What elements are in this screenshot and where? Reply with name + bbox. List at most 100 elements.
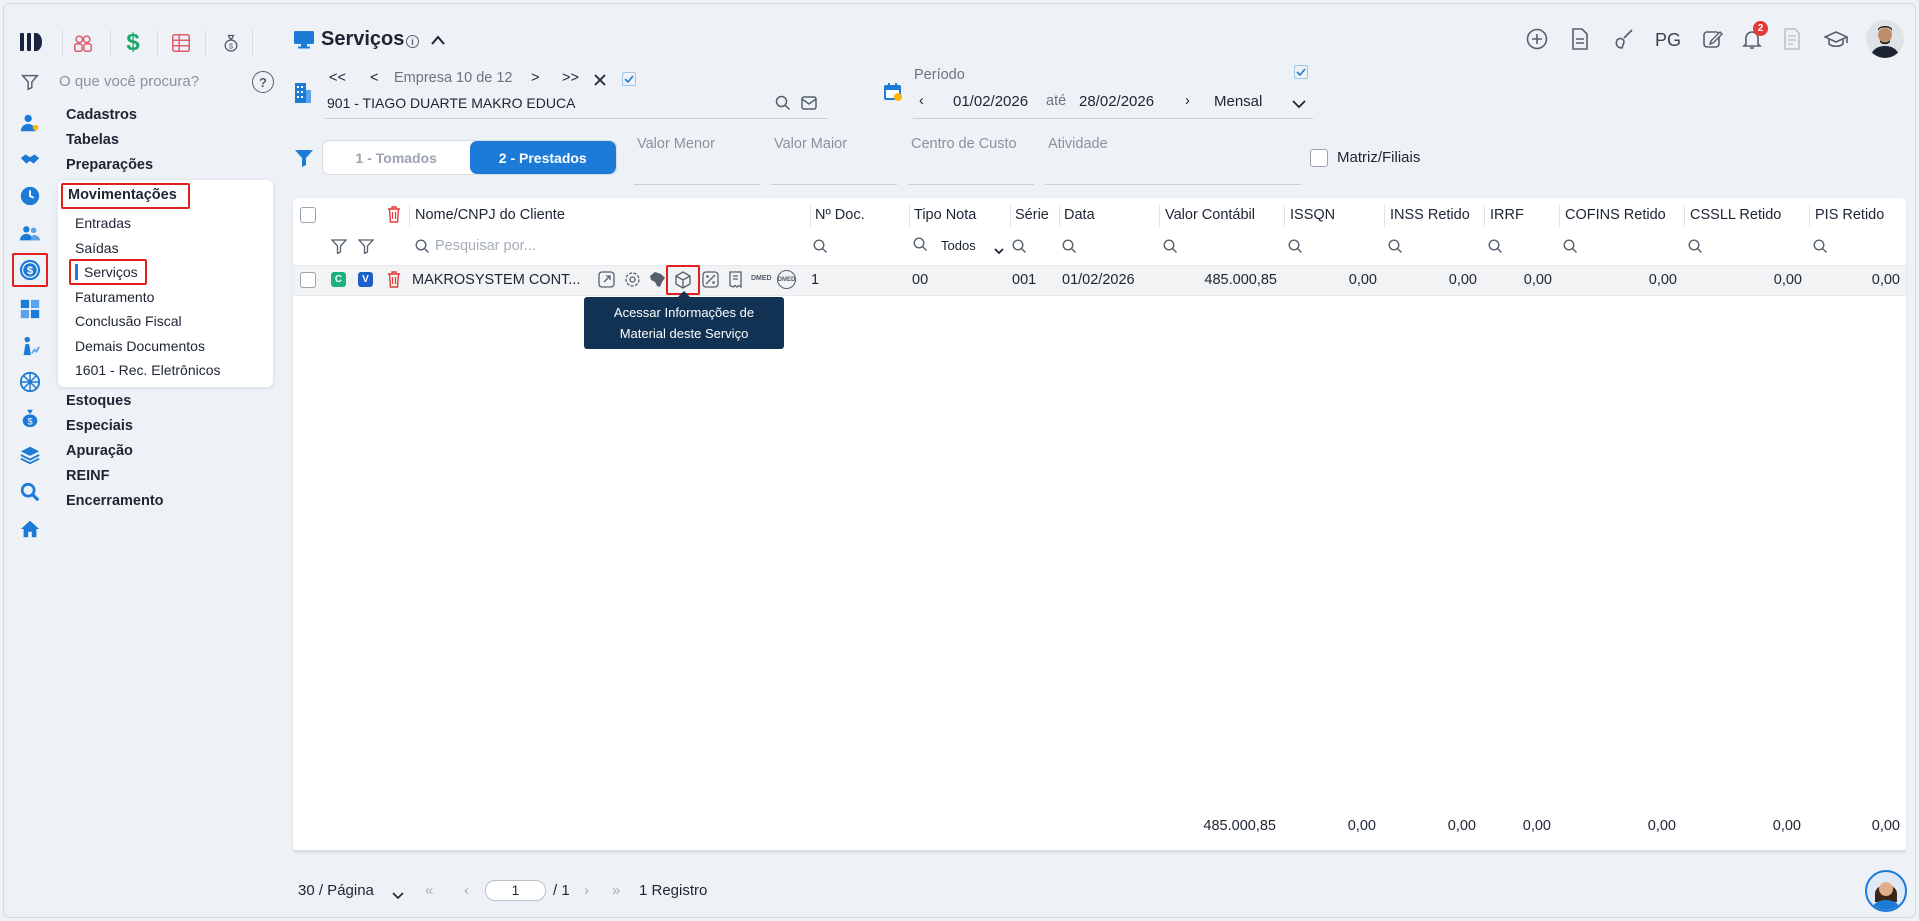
data-search-icon[interactable] (1062, 239, 1077, 254)
layers-icon[interactable] (18, 443, 42, 467)
funnel-icon[interactable] (294, 149, 314, 170)
money-icon[interactable]: $ (18, 258, 42, 282)
dmed-icon[interactable]: DMED (751, 275, 772, 282)
column-filter-icon[interactable] (330, 239, 348, 257)
empresa-next-button[interactable]: > (531, 70, 539, 86)
tipo-dropdown-icon[interactable] (994, 242, 1004, 258)
money-bag-shortcut-icon[interactable]: $ (218, 30, 244, 56)
empresa-last-button[interactable]: >> (562, 70, 579, 86)
period-prev-button[interactable]: ‹ (919, 93, 924, 109)
col-valor-contabil[interactable]: Valor Contábil (1165, 207, 1255, 223)
help-icon[interactable]: ? (252, 71, 274, 93)
col-data[interactable]: Data (1064, 207, 1095, 223)
spreadsheet-shortcut-icon[interactable] (168, 30, 194, 56)
matriz-checkbox[interactable] (1310, 149, 1328, 167)
report-icon[interactable] (1782, 28, 1802, 53)
issqn-search-icon[interactable] (1288, 239, 1303, 254)
col-cofins[interactable]: COFINS Retido (1565, 207, 1666, 223)
app-logo[interactable] (18, 30, 44, 54)
col-nome[interactable]: Nome/CNPJ do Cliente (415, 207, 565, 223)
empresa-prev-button[interactable]: < (370, 70, 378, 86)
submenu-item-entradas[interactable]: Entradas (75, 215, 131, 231)
people-shortcut-icon[interactable] (70, 30, 96, 56)
valor-maior-input[interactable]: Valor Maior (774, 136, 847, 152)
broom-icon[interactable] (1613, 28, 1635, 53)
col-csll[interactable]: CSSLL Retido (1690, 207, 1781, 223)
handshake-icon[interactable] (18, 148, 42, 172)
menu-item-estoques[interactable]: Estoques (66, 393, 131, 409)
first-page-button[interactable]: « (425, 882, 433, 899)
menu-search-input[interactable]: O que você procura? (59, 73, 199, 90)
centro-custo-input[interactable]: Centro de Custo (911, 136, 1017, 152)
person-chart-icon[interactable] (18, 334, 42, 358)
home-icon[interactable] (18, 517, 42, 541)
col-pis[interactable]: PIS Retido (1815, 207, 1884, 223)
col-serie[interactable]: Série (1015, 207, 1049, 223)
delete-all-icon[interactable] (387, 206, 401, 226)
empresa-checkbox[interactable] (622, 72, 636, 86)
date-to-input[interactable]: 28/02/2026 (1079, 93, 1154, 110)
status-badge-c[interactable]: C (331, 272, 346, 287)
col-inss[interactable]: INSS Retido (1390, 207, 1470, 223)
chevron-down-icon[interactable] (1292, 96, 1306, 112)
company-search-icon[interactable] (775, 95, 791, 114)
tab-prestados[interactable]: 2 - Prestados (469, 141, 616, 174)
pis-search-icon[interactable] (1813, 239, 1828, 254)
per-page-select[interactable]: 30 / Página (298, 882, 374, 899)
inss-search-icon[interactable] (1388, 239, 1403, 254)
calculator-icon[interactable] (18, 297, 42, 321)
status-badge-v[interactable]: V (358, 272, 373, 287)
assistant-avatar[interactable] (1865, 870, 1907, 912)
document-icon[interactable] (1570, 28, 1590, 53)
valor-search-icon[interactable] (1163, 239, 1178, 254)
date-from-input[interactable]: 01/02/2026 (953, 93, 1028, 110)
brazil-map-icon[interactable] (648, 271, 666, 291)
magnifier-icon[interactable] (18, 480, 42, 504)
company-field[interactable]: 901 - TIAGO DUARTE MAKRO EDUCA (327, 95, 575, 111)
tab-tomados[interactable]: 1 - Tomados (323, 141, 470, 174)
add-circle-icon[interactable] (1526, 28, 1548, 53)
user-register-icon[interactable] (18, 111, 42, 135)
frequency-select[interactable]: Mensal (1214, 93, 1262, 110)
info-icon[interactable]: i (406, 35, 419, 48)
tipo-search-icon[interactable] (913, 237, 928, 252)
col-irrf[interactable]: IRRF (1490, 207, 1524, 223)
clock-icon[interactable] (18, 184, 42, 208)
submenu-item-rec-eletronicos[interactable]: 1601 - Rec. Eletrônicos (75, 362, 221, 378)
dollar-shortcut-icon[interactable]: $ (120, 29, 146, 56)
dmed-circle-icon[interactable]: DMED (777, 270, 796, 289)
menu-item-movimentacoes[interactable]: Movimentações (68, 187, 177, 203)
col-tipo-nota[interactable]: Tipo Nota (914, 207, 976, 223)
users-icon[interactable] (18, 221, 42, 245)
last-page-button[interactable]: » (612, 882, 620, 899)
menu-item-tabelas[interactable]: Tabelas (66, 132, 119, 148)
menu-item-encerramento[interactable]: Encerramento (66, 493, 164, 509)
irrf-search-icon[interactable] (1488, 239, 1503, 254)
col-issqn[interactable]: ISSQN (1290, 207, 1335, 223)
tipo-filter-select[interactable]: Todos (941, 238, 976, 253)
cofins-search-icon[interactable] (1563, 239, 1578, 254)
submenu-item-demais-documentos[interactable]: Demais Documentos (75, 338, 205, 354)
row-delete-icon[interactable] (387, 271, 401, 291)
package-icon[interactable] (674, 271, 692, 292)
menu-item-cadastros[interactable]: Cadastros (66, 107, 137, 123)
menu-item-especiais[interactable]: Especiais (66, 418, 133, 434)
menu-item-reinf[interactable]: REINF (66, 468, 110, 484)
page-input[interactable]: 1 (485, 880, 546, 901)
period-next-button[interactable]: › (1185, 93, 1190, 109)
select-all-checkbox[interactable] (300, 207, 316, 223)
submenu-item-servicos[interactable]: Serviços (84, 264, 138, 280)
chevron-up-icon[interactable] (430, 33, 446, 49)
mail-icon[interactable] (801, 96, 817, 113)
menu-item-apuracao[interactable]: Apuração (66, 443, 133, 459)
atividade-input[interactable]: Atividade (1048, 136, 1108, 152)
money-bag-icon[interactable]: $ (18, 406, 42, 430)
csll-search-icon[interactable] (1688, 239, 1703, 254)
serie-search-icon[interactable] (1012, 239, 1027, 254)
graduation-cap-icon[interactable] (1823, 30, 1849, 53)
submenu-item-faturamento[interactable]: Faturamento (75, 289, 154, 305)
row-checkbox[interactable] (300, 272, 316, 288)
valor-menor-input[interactable]: Valor Menor (637, 136, 715, 152)
next-page-button[interactable]: › (584, 882, 589, 899)
name-search-input[interactable]: Pesquisar por... (435, 238, 536, 254)
